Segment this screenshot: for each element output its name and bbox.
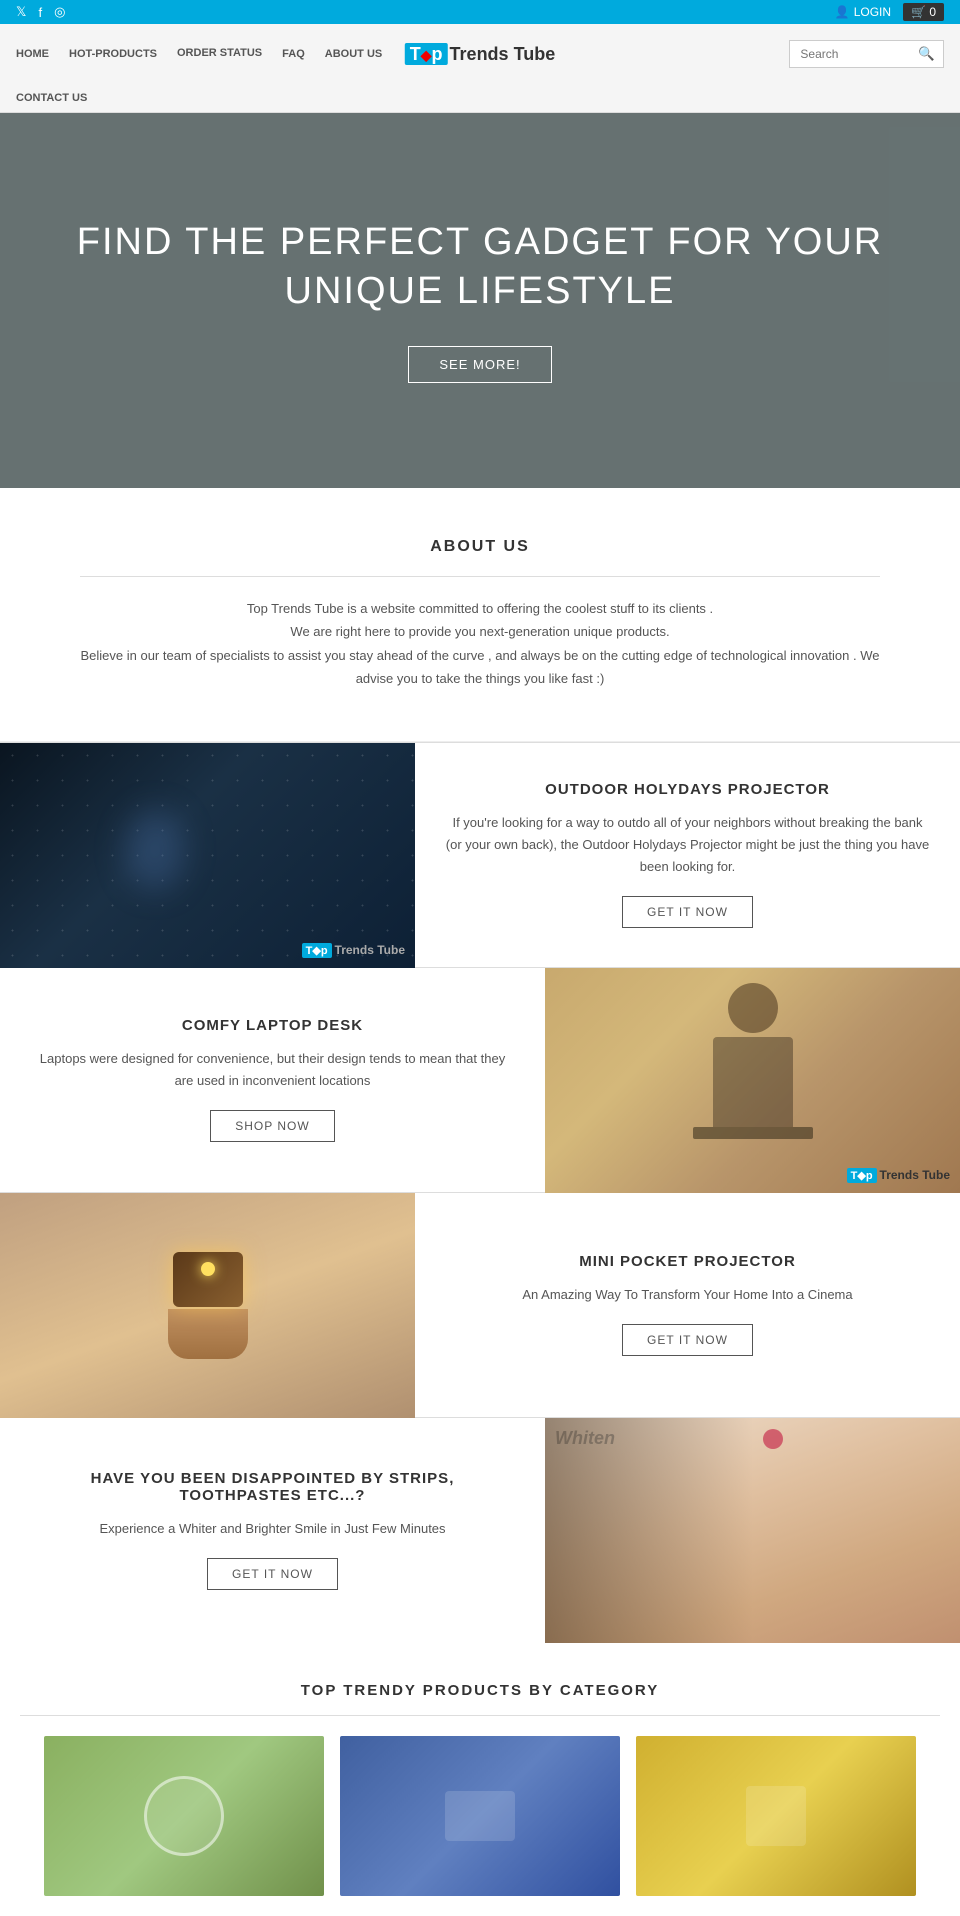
product-info-outdoor: OUTDOOR HOLYDAYS PROJECTOR If you're loo… (415, 743, 960, 967)
search-button[interactable]: 🔍 (910, 41, 943, 67)
get-it-now-outdoor-button[interactable]: GET IT NOW (622, 896, 753, 928)
nav-about-us[interactable]: ABOUT US (325, 48, 382, 60)
shop-now-laptop-button[interactable]: SHOP NOW (210, 1110, 334, 1142)
hero-headline: FIND THE PERFECT GADGET FOR YOUR UNIQUE … (20, 218, 940, 317)
product-desc-outdoor: If you're looking for a way to outdo all… (445, 812, 930, 878)
cart-button[interactable]: 🛒 0 (903, 3, 944, 21)
watermark-logo-icon: T◆p (302, 943, 332, 958)
product-title-laptop: COMFY LAPTOP DESK (182, 1017, 363, 1034)
top-bar-right: 👤 LOGIN 🛒 0 (835, 3, 944, 21)
about-divider (80, 576, 880, 577)
nav-faq[interactable]: FAQ (282, 48, 305, 60)
product-row-mini-projector: MINI POCKET PROJECTOR An Amazing Way To … (0, 1192, 960, 1417)
search-box: 🔍 (789, 40, 944, 68)
product-info-laptop: COMFY LAPTOP DESK Laptops were designed … (0, 968, 545, 1192)
category-grid (20, 1736, 940, 1896)
product-image-teeth: Whiten (545, 1418, 960, 1643)
login-label: LOGIN (854, 5, 891, 19)
product-title-mini-projector: MINI POCKET PROJECTOR (579, 1253, 796, 1270)
nav-order-status[interactable]: ORDER STATUS (177, 47, 262, 60)
product-desc-mini-projector: An Amazing Way To Transform Your Home In… (522, 1284, 852, 1306)
product-info-mini-projector: MINI POCKET PROJECTOR An Amazing Way To … (415, 1193, 960, 1417)
about-paragraph1: Top Trends Tube is a website committed t… (80, 597, 880, 620)
product-image-outdoor: T◆p Trends Tube (0, 743, 415, 968)
category-title: TOP TRENDY PRODUCTS BY CATEGORY (20, 1682, 940, 1699)
site-logo[interactable]: T◆p Trends Tube (405, 43, 555, 65)
social-icons: 𝕏 f ◎ (16, 4, 65, 20)
cart-count: 0 (929, 5, 936, 19)
category-item-1[interactable] (44, 1736, 324, 1896)
watermark-laptop: T◆p Trends Tube (847, 1168, 950, 1183)
top-bar: 𝕏 f ◎ 👤 LOGIN 🛒 0 (0, 0, 960, 24)
login-button[interactable]: 👤 LOGIN (835, 5, 891, 19)
instagram-icon[interactable]: ◎ (54, 4, 65, 20)
get-it-now-teeth-button[interactable]: GET IT NOW (207, 1558, 338, 1590)
category-item-2[interactable] (340, 1736, 620, 1896)
see-more-button[interactable]: SEE MORE! (408, 346, 551, 383)
watermark-outdoor: T◆p Trends Tube (302, 943, 405, 958)
product-desc-teeth: Experience a Whiter and Brighter Smile i… (99, 1518, 445, 1540)
product-image-laptop: T◆p Trends Tube (545, 968, 960, 1193)
about-paragraph2: We are right here to provide you next-ge… (80, 620, 880, 643)
product-row-laptop-desk: T◆p Trends Tube COMFY LAPTOP DESK Laptop… (0, 967, 960, 1192)
user-icon: 👤 (835, 5, 850, 19)
product-image-mini-projector (0, 1193, 415, 1418)
category-item-3[interactable] (636, 1736, 916, 1896)
logo-tagline: Trends Tube (450, 44, 556, 65)
main-nav: HOME HOT-PRODUCTS ORDER STATUS FAQ ABOUT… (0, 24, 960, 84)
product-desc-laptop: Laptops were designed for convenience, b… (30, 1048, 515, 1092)
category-divider (20, 1715, 940, 1716)
nav-links: HOME HOT-PRODUCTS ORDER STATUS FAQ ABOUT… (16, 47, 382, 60)
about-section: ABOUT US Top Trends Tube is a website co… (0, 488, 960, 742)
watermark-laptop-icon: T◆p (847, 1168, 877, 1183)
search-input[interactable] (790, 41, 910, 67)
nav-home[interactable]: HOME (16, 48, 49, 60)
about-paragraph3: Believe in our team of specialists to as… (80, 644, 880, 691)
nav-hot-products[interactable]: HOT-PRODUCTS (69, 48, 157, 60)
product-row-teeth: Whiten HAVE YOU BEEN DISAPPOINTED BY STR… (0, 1417, 960, 1642)
twitter-icon[interactable]: 𝕏 (16, 4, 26, 20)
product-info-teeth: HAVE YOU BEEN DISAPPOINTED BY STRIPS, TO… (0, 1418, 545, 1642)
facebook-icon[interactable]: f (38, 5, 42, 20)
get-it-now-projector-button[interactable]: GET IT NOW (622, 1324, 753, 1356)
category-section: TOP TRENDY PRODUCTS BY CATEGORY (0, 1642, 960, 1916)
hero-section: FIND THE PERFECT GADGET FOR YOUR UNIQUE … (0, 113, 960, 488)
product-row-outdoor-projector: T◆p Trends Tube OUTDOOR HOLYDAYS PROJECT… (0, 742, 960, 967)
product-title-teeth: HAVE YOU BEEN DISAPPOINTED BY STRIPS, TO… (30, 1470, 515, 1504)
about-title: ABOUT US (80, 538, 880, 556)
contact-us-link[interactable]: CONTACT US (16, 92, 87, 104)
contact-nav: CONTACT US (0, 84, 960, 113)
product-title-outdoor: OUTDOOR HOLYDAYS PROJECTOR (545, 781, 830, 798)
